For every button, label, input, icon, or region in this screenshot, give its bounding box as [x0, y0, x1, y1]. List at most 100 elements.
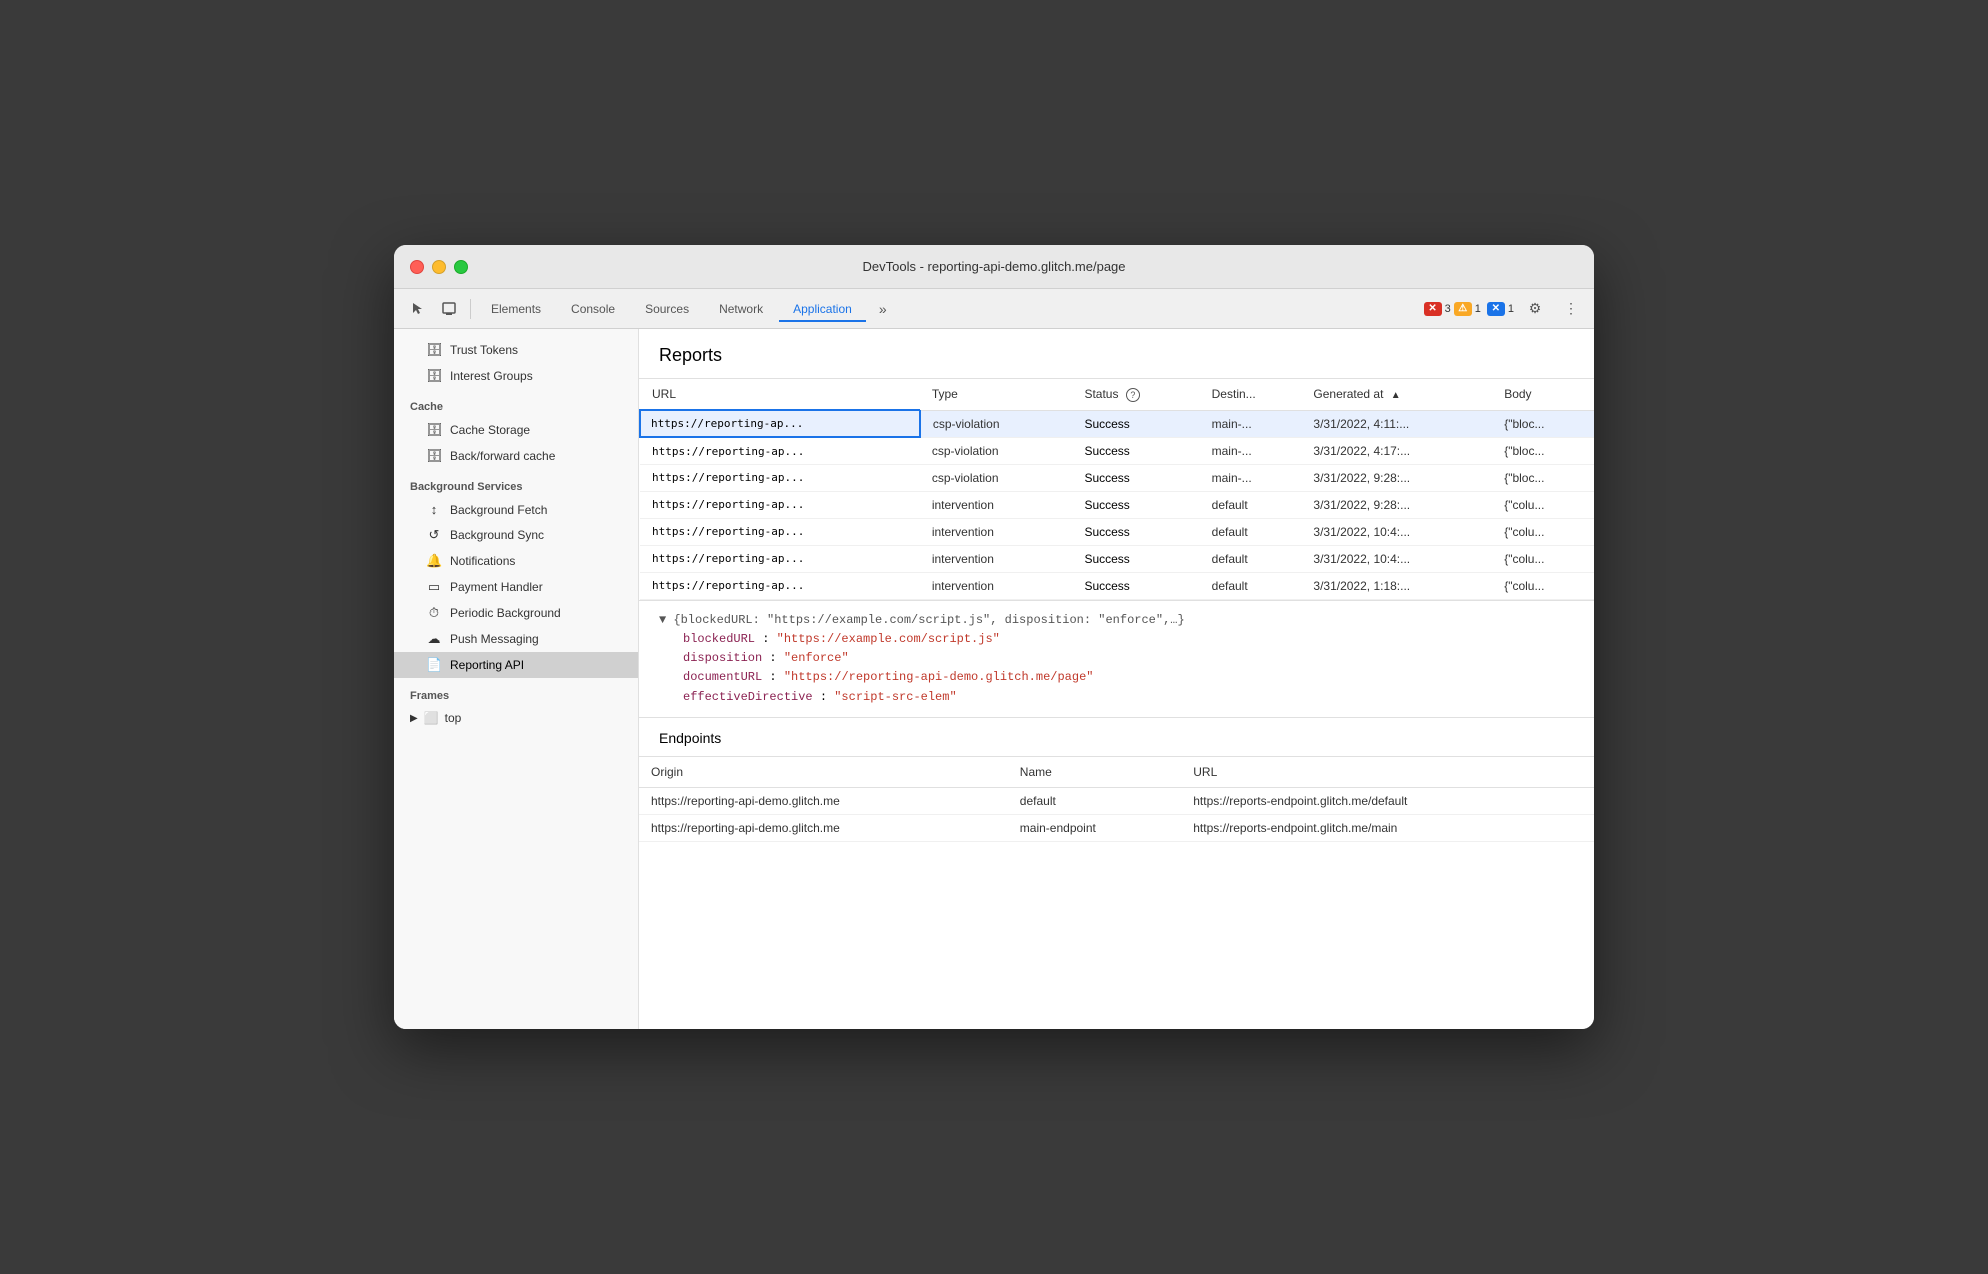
expand-arrow-icon: ▶	[410, 713, 418, 724]
table-row[interactable]: https://reporting-api-demo.glitch.me def…	[639, 787, 1594, 814]
table-cell-generated: 3/31/2022, 4:17:...	[1301, 437, 1492, 464]
table-cell-type: intervention	[920, 572, 1073, 599]
settings-icon-button[interactable]: ⚙	[1520, 295, 1550, 323]
sidebar-item-top[interactable]: ▶ ⬜ top	[394, 706, 638, 730]
info-count: 1	[1508, 303, 1514, 315]
json-line-1: ▼ {blockedURL: "https://example.com/scri…	[659, 611, 1574, 630]
col-header-destination[interactable]: Destin...	[1200, 379, 1302, 410]
table-row[interactable]: https://reporting-api-demo.glitch.me mai…	[639, 814, 1594, 841]
table-cell-url[interactable]: https://reporting-ap...	[640, 410, 920, 437]
notifications-icon: 🔔	[426, 553, 442, 569]
cache-storage-icon: 🗄	[426, 422, 442, 438]
table-cell-type: intervention	[920, 545, 1073, 572]
table-cell-status: Success	[1072, 572, 1199, 599]
table-cell-status: Success	[1072, 518, 1199, 545]
endpoint-name: default	[1008, 787, 1181, 814]
reports-table-header-row: URL Type Status ? Destin... Generated at…	[640, 379, 1594, 410]
json-line-2: blockedURL : "https://example.com/script…	[659, 630, 1574, 649]
table-cell-status: Success	[1072, 464, 1199, 491]
error-icon: ✕	[1424, 302, 1442, 316]
col-header-status[interactable]: Status ?	[1072, 379, 1199, 410]
sidebar-item-payment-handler[interactable]: ▭ Payment Handler	[394, 574, 638, 600]
table-cell-url[interactable]: https://reporting-ap...	[640, 491, 920, 518]
tab-console[interactable]: Console	[557, 296, 629, 322]
json-line-5: effectiveDirective : "script-src-elem"	[659, 688, 1574, 707]
more-options-button[interactable]: ⋮	[1556, 295, 1586, 323]
json-line-4: documentURL : "https://reporting-api-dem…	[659, 668, 1574, 687]
sidebar-item-push-messaging[interactable]: ☁ Push Messaging	[394, 626, 638, 652]
col-header-endpoint-url[interactable]: URL	[1181, 757, 1594, 788]
table-cell-generated: 3/31/2022, 4:11:...	[1301, 410, 1492, 437]
table-row[interactable]: https://reporting-ap... intervention Suc…	[640, 491, 1594, 518]
table-cell-destination: default	[1200, 491, 1302, 518]
endpoint-url: https://reports-endpoint.glitch.me/main	[1181, 814, 1594, 841]
table-cell-body: {"colu...	[1492, 518, 1594, 545]
table-cell-destination: main-...	[1200, 410, 1302, 437]
sidebar-item-background-fetch[interactable]: ↕ Background Fetch	[394, 497, 638, 522]
sidebar-item-reporting-api[interactable]: 📄 Reporting API	[394, 652, 638, 678]
sidebar-item-periodic-background[interactable]: ⏱ Periodic Background	[394, 600, 638, 626]
endpoint-name: main-endpoint	[1008, 814, 1181, 841]
table-row[interactable]: https://reporting-ap... intervention Suc…	[640, 572, 1594, 599]
col-header-origin[interactable]: Origin	[639, 757, 1008, 788]
frame-icon: ⬜	[424, 711, 439, 725]
payment-handler-icon: ▭	[426, 579, 442, 595]
reporting-api-icon: 📄	[426, 657, 442, 673]
table-cell-url[interactable]: https://reporting-ap...	[640, 437, 920, 464]
table-cell-type: intervention	[920, 491, 1073, 518]
sidebar-item-cache-storage[interactable]: 🗄 Cache Storage	[394, 417, 638, 443]
table-cell-destination: default	[1200, 518, 1302, 545]
col-header-name[interactable]: Name	[1008, 757, 1181, 788]
error-badge[interactable]: ✕ 3 ⚠ 1	[1424, 302, 1481, 316]
maximize-button[interactable]	[454, 260, 468, 274]
table-row[interactable]: https://reporting-ap... intervention Suc…	[640, 545, 1594, 572]
info-icon: ✕	[1487, 302, 1505, 316]
interest-groups-icon: 🗄	[426, 368, 442, 384]
col-header-url[interactable]: URL	[640, 379, 920, 410]
table-cell-url[interactable]: https://reporting-ap...	[640, 545, 920, 572]
table-row[interactable]: https://reporting-ap... csp-violation Su…	[640, 437, 1594, 464]
col-header-body[interactable]: Body	[1492, 379, 1594, 410]
cursor-icon-button[interactable]	[402, 295, 432, 323]
info-badge[interactable]: ✕ 1	[1487, 302, 1514, 316]
col-header-generated-at[interactable]: Generated at ▲	[1301, 379, 1492, 410]
endpoint-url: https://reports-endpoint.glitch.me/defau…	[1181, 787, 1594, 814]
sidebar-item-notifications[interactable]: 🔔 Notifications	[394, 548, 638, 574]
tab-application[interactable]: Application	[779, 296, 866, 322]
table-cell-destination: main-...	[1200, 464, 1302, 491]
table-cell-destination: default	[1200, 545, 1302, 572]
endpoint-origin: https://reporting-api-demo.glitch.me	[639, 814, 1008, 841]
table-row[interactable]: https://reporting-ap... intervention Suc…	[640, 518, 1594, 545]
warning-count: 1	[1475, 303, 1481, 315]
error-count: 3	[1445, 303, 1451, 315]
close-button[interactable]	[410, 260, 424, 274]
table-cell-url[interactable]: https://reporting-ap...	[640, 518, 920, 545]
inspect-icon-button[interactable]	[434, 295, 464, 323]
toolbar-right: ✕ 3 ⚠ 1 ✕ 1 ⚙ ⋮	[1424, 295, 1586, 323]
sidebar-item-trust-tokens[interactable]: 🗄 Trust Tokens	[394, 337, 638, 363]
minimize-button[interactable]	[432, 260, 446, 274]
table-row[interactable]: https://reporting-ap... csp-violation Su…	[640, 464, 1594, 491]
frames-section-label: Frames	[394, 678, 638, 706]
cache-section-label: Cache	[394, 389, 638, 417]
trust-tokens-icon: 🗄	[426, 342, 442, 358]
more-tabs-button[interactable]: »	[868, 295, 898, 323]
table-cell-url[interactable]: https://reporting-ap...	[640, 572, 920, 599]
tab-sources[interactable]: Sources	[631, 296, 703, 322]
tab-elements[interactable]: Elements	[477, 296, 555, 322]
table-row[interactable]: https://reporting-ap... csp-violation Su…	[640, 410, 1594, 437]
table-cell-type: intervention	[920, 518, 1073, 545]
warning-icon: ⚠	[1454, 302, 1472, 316]
sidebar-item-back-forward[interactable]: 🗄 Back/forward cache	[394, 443, 638, 469]
table-cell-destination: main-...	[1200, 437, 1302, 464]
table-cell-status: Success	[1072, 545, 1199, 572]
table-cell-type: csp-violation	[920, 464, 1073, 491]
sidebar-item-background-sync[interactable]: ↺ Background Sync	[394, 522, 638, 548]
sidebar-item-interest-groups[interactable]: 🗄 Interest Groups	[394, 363, 638, 389]
titlebar: DevTools - reporting-api-demo.glitch.me/…	[394, 245, 1594, 289]
col-header-type[interactable]: Type	[920, 379, 1073, 410]
status-help-icon[interactable]: ?	[1126, 388, 1140, 402]
tab-network[interactable]: Network	[705, 296, 777, 322]
devtools-window: DevTools - reporting-api-demo.glitch.me/…	[394, 245, 1594, 1029]
table-cell-url[interactable]: https://reporting-ap...	[640, 464, 920, 491]
